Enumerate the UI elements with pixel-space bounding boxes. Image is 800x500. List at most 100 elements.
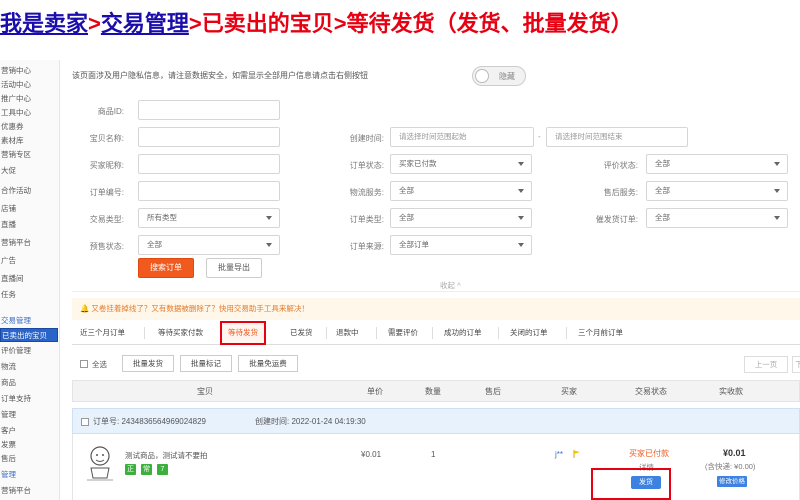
sidebar-item[interactable]: 管理 (0, 408, 58, 422)
logistics-label: 物流服务: (349, 188, 384, 197)
divider (432, 327, 433, 339)
collapse-filters-link[interactable]: 收起 ^ (440, 280, 461, 291)
tab-successful[interactable]: 成功的订单 (444, 321, 482, 345)
sidebar-item[interactable]: 售后 (0, 452, 58, 466)
product-id-input[interactable] (138, 100, 280, 120)
sidebar-group[interactable]: 管理 (0, 468, 58, 482)
sidebar-item[interactable]: 直播 (0, 218, 58, 232)
bulk-export-button[interactable]: 批量导出 (206, 258, 262, 278)
sidebar-item[interactable]: 营销中心 (0, 64, 58, 78)
order-source-select[interactable]: 全部订单 (390, 235, 532, 255)
logistics-select[interactable]: 全部 (390, 181, 532, 201)
tab-refunding[interactable]: 退款中 (336, 321, 359, 345)
product-name[interactable]: 测试商品，测试请不要拍 (125, 450, 208, 461)
product-name-label: 宝贝名称: (89, 134, 124, 143)
service-tag: 常 (141, 464, 152, 475)
privacy-notice: 该页面涉及用户隐私信息，请注意数据安全，如需显示全部用户信息请点击右侧按钮 (72, 71, 368, 80)
sidebar-item[interactable]: 物流 (0, 360, 58, 374)
sidebar-item[interactable]: 评价管理 (0, 344, 58, 358)
sidebar-item[interactable]: 推广中心 (0, 92, 58, 106)
trade-type-select[interactable]: 所有类型 (138, 208, 280, 228)
breadcrumb: 我是卖家>交易管理>已卖出的宝贝>等待发货（发货、批量发货） (0, 6, 800, 42)
order-number: 订单号: 2434836564969024829 (93, 417, 206, 426)
presale-select[interactable]: 全部 (138, 235, 280, 255)
sidebar-item[interactable]: 大促 (0, 164, 58, 178)
tab-recent-three-months[interactable]: 近三个月订单 (80, 321, 125, 345)
service-tag: 正 (125, 464, 136, 475)
buyer-nick-input[interactable] (138, 154, 280, 174)
sidebar-item[interactable]: 素材库 (0, 134, 58, 148)
sidebar-item[interactable]: 任务 (0, 288, 58, 302)
privacy-toggle[interactable]: 隐藏 (472, 66, 526, 86)
tab-shipped[interactable]: 已发货 (290, 321, 313, 345)
created-time-end-input[interactable]: 请选择时间范围结束 (546, 127, 688, 147)
product-id-label: 商品ID: (97, 107, 124, 116)
sidebar-item[interactable]: 直播间 (0, 272, 58, 286)
select-all-label: 全选 (92, 360, 107, 369)
sidebar-item[interactable]: 营销专区 (0, 148, 58, 162)
breadcrumb-seller-link[interactable]: 我是卖家 (0, 11, 88, 36)
order-checkbox[interactable] (81, 418, 89, 426)
breadcrumb-current: >已卖出的宝贝>等待发货（发货、批量发货） (188, 11, 633, 36)
tab-awaiting-payment[interactable]: 等待买家付款 (158, 321, 203, 345)
order-type-select[interactable]: 全部 (390, 208, 532, 228)
modify-price-button[interactable]: 修改价格 (717, 476, 747, 487)
sidebar-item[interactable]: 广告 (0, 254, 58, 268)
table-header: 宝贝 单价 数量 售后 买家 交易状态 实收款 (72, 380, 800, 402)
sidebar-item[interactable]: 商品 (0, 376, 58, 390)
product-thumbnail[interactable] (83, 442, 117, 482)
search-orders-button[interactable]: 搜索订单 (138, 258, 194, 278)
tab-closed[interactable]: 关闭的订单 (510, 321, 548, 345)
divider (566, 327, 567, 339)
sidebar-item[interactable]: 客户 (0, 424, 58, 438)
sidebar-item[interactable]: 活动中心 (0, 78, 58, 92)
product-name-input[interactable] (138, 127, 280, 147)
sidebar-item[interactable]: 店铺 (0, 202, 58, 216)
order-status-label: 订单状态: (349, 161, 384, 170)
sidebar-item[interactable]: 优惠券 (0, 120, 58, 134)
after-sale-select[interactable]: 全部 (646, 181, 788, 201)
order-no-label: 订单编号: (89, 188, 124, 197)
select-all-checkbox[interactable] (80, 360, 88, 368)
buyer-name[interactable]: j** (555, 450, 563, 459)
order-type-label: 订单类型: (349, 215, 384, 224)
sidebar-item-sold-items[interactable]: 已卖出的宝贝 (0, 328, 58, 342)
ship-button[interactable]: 发货 (631, 476, 661, 489)
order-status-select[interactable]: 买家已付款 (390, 154, 532, 174)
presale-label: 预售状态: (89, 242, 124, 251)
sidebar-item[interactable]: 订单支持 (0, 392, 58, 406)
review-status-label: 评价状态: (603, 161, 638, 170)
promo-notice[interactable]: 🔔 又卷挂着掉线了？又有数据被删除了？快用交易助手工具来解决！ (72, 298, 800, 320)
tab-older-orders[interactable]: 三个月前订单 (578, 321, 623, 345)
trade-type-label: 交易类型: (89, 215, 124, 224)
bulk-mark-button[interactable]: 批量标记 (180, 355, 232, 372)
delayed-select[interactable]: 全部 (646, 208, 788, 228)
bulk-free-shipping-button[interactable]: 批量免运费 (238, 355, 298, 372)
prev-page-button[interactable]: 上一页 (744, 356, 788, 373)
order-status: 买家已付款 (629, 449, 669, 458)
flag-icon[interactable] (573, 450, 581, 458)
sidebar-item[interactable]: 发票 (0, 438, 58, 452)
received-amount: ¥0.01 (723, 448, 746, 458)
range-dash: - (538, 132, 541, 141)
sidebar-item[interactable]: 合作活动 (0, 184, 58, 198)
column-header: 售后 (485, 387, 501, 396)
column-header: 实收款 (719, 387, 743, 396)
order-no-input[interactable] (138, 181, 280, 201)
tab-needs-review[interactable]: 需要评价 (388, 321, 418, 345)
delayed-label: 催发货订单: (595, 215, 638, 224)
toggle-label: 隐藏 (499, 72, 515, 81)
sidebar-item[interactable]: 工具中心 (0, 106, 58, 120)
tab-awaiting-shipment[interactable]: 等待发货 (220, 321, 266, 345)
sidebar-item[interactable]: 营销平台 (0, 484, 58, 498)
next-page-button[interactable]: 下 (792, 356, 800, 373)
sidebar-item[interactable]: 营销平台 (0, 236, 58, 250)
created-time-start-input[interactable]: 请选择时间范围起始 (390, 127, 534, 147)
after-sale-label: 售后服务: (603, 188, 638, 197)
breadcrumb-trade-link[interactable]: 交易管理 (101, 11, 189, 36)
sidebar-group-trade[interactable]: 交易管理 (0, 314, 58, 328)
order-tabs: 近三个月订单 等待买家付款 等待发货 已发货 退款中 需要评价 成功的订单 关闭… (72, 321, 800, 345)
bulk-ship-button[interactable]: 批量发货 (122, 355, 174, 372)
column-header: 单价 (367, 387, 383, 396)
review-status-select[interactable]: 全部 (646, 154, 788, 174)
